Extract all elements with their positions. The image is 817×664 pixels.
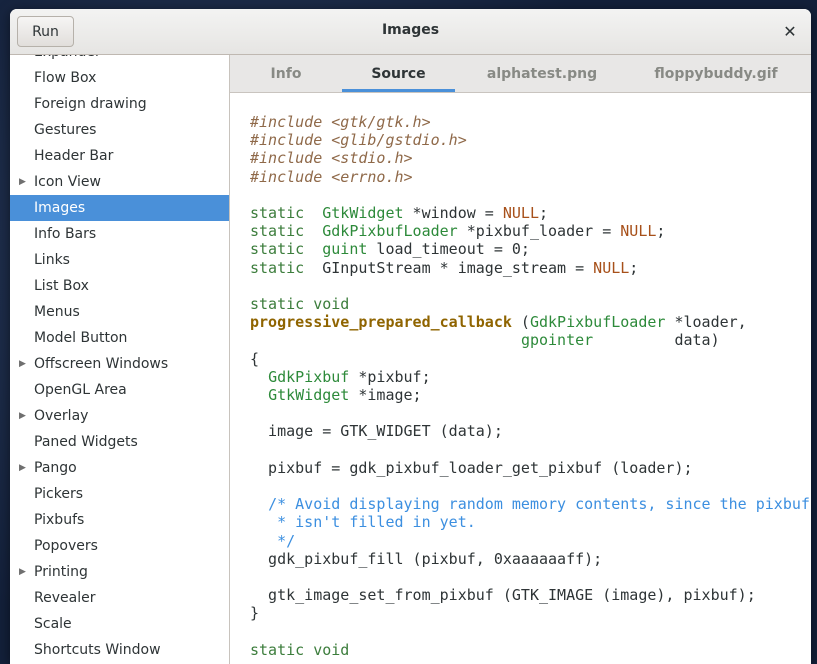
sidebar-item-expander[interactable]: Expander bbox=[10, 55, 229, 65]
code-line: gtk_image_set_from_pixbuf (GTK_IMAGE (im… bbox=[250, 586, 756, 605]
sidebar-item-label: Scale bbox=[34, 616, 72, 632]
sidebar-item-label: Header Bar bbox=[34, 148, 114, 164]
code-line: pixbuf = gdk_pixbuf_loader_get_pixbuf (l… bbox=[250, 458, 693, 477]
sidebar-item-pango[interactable]: ▶ Pango bbox=[10, 455, 229, 481]
sidebar-item-label: Shortcuts Window bbox=[34, 642, 161, 658]
tab-bar: Info Source alphatest.png floppybuddy.gif bbox=[230, 55, 811, 93]
code-line: /* Avoid displaying random memory conten… bbox=[268, 495, 810, 514]
tab-source[interactable]: Source bbox=[342, 55, 455, 92]
code-line: #include <glib/gstdio.h> bbox=[250, 131, 467, 150]
tab-alphatest-png[interactable]: alphatest.png bbox=[480, 55, 604, 92]
code-line: image = GTK_WIDGET (data); bbox=[250, 422, 503, 441]
code-line: #include <errno.h> bbox=[250, 167, 413, 186]
sidebar-item-gestures[interactable]: Gestures bbox=[10, 117, 229, 143]
code-line: #include <stdio.h> bbox=[250, 149, 413, 168]
demo-list-sidebar[interactable]: Expander Flow Box Foreign drawing Gestures H… bbox=[10, 55, 230, 664]
sidebar-item-label: Paned Widgets bbox=[34, 434, 138, 450]
source-view[interactable]: #include <gtk/gtk.h> #include <glib/gstdi… bbox=[230, 93, 811, 664]
sidebar-item-scale[interactable]: Scale bbox=[10, 611, 229, 637]
sidebar-item-label: Expander bbox=[34, 55, 101, 60]
sidebar-item-overlay[interactable]: ▶ Overlay bbox=[10, 403, 229, 429]
window-title: Images bbox=[381, 22, 440, 38]
sidebar-item-label: Revealer bbox=[34, 590, 96, 606]
sidebar-item-links[interactable]: Links bbox=[10, 247, 229, 273]
sidebar-item-icon-view[interactable]: ▶ Icon View bbox=[10, 169, 229, 195]
app-window: Run Images ✕ Expander Flow Box Foreign dra… bbox=[10, 9, 811, 664]
sidebar-item-model-button[interactable]: Model Button bbox=[10, 325, 229, 351]
expander-arrow-icon[interactable]: ▶ bbox=[19, 559, 26, 585]
expander-arrow-icon[interactable]: ▶ bbox=[19, 351, 26, 377]
sidebar-item-opengl-area[interactable]: OpenGL Area bbox=[10, 377, 229, 403]
sidebar-item-label: List Box bbox=[34, 278, 89, 294]
code-line: gpointer data) bbox=[520, 331, 720, 350]
sidebar-item-menus[interactable]: Menus bbox=[10, 299, 229, 325]
close-icon[interactable]: ✕ bbox=[778, 19, 802, 43]
code-line: static void bbox=[250, 295, 350, 314]
expander-arrow-icon[interactable]: ▶ bbox=[19, 455, 26, 481]
sidebar-item-paned-widgets[interactable]: Paned Widgets bbox=[10, 429, 229, 455]
sidebar-item-label: Info Bars bbox=[34, 226, 97, 242]
source-code: #include <gtk/gtk.h> #include <glib/gstdi… bbox=[250, 113, 810, 659]
code-line: progressive_prepared_callback (GdkPixbuf… bbox=[250, 313, 747, 332]
code-line: { bbox=[250, 349, 260, 368]
sidebar-item-label: Links bbox=[34, 252, 70, 268]
expander-arrow-icon[interactable]: ▶ bbox=[19, 403, 26, 429]
sidebar-item-foreign-drawing[interactable]: Foreign drawing bbox=[10, 91, 229, 117]
code-line: GdkPixbuf *pixbuf; bbox=[268, 367, 431, 386]
sidebar-item-revealer[interactable]: Revealer bbox=[10, 585, 229, 611]
sidebar-item-header-bar[interactable]: Header Bar bbox=[10, 143, 229, 169]
code-line: static GdkPixbufLoader *pixbuf_loader = … bbox=[250, 222, 666, 241]
sidebar-item-offscreen-windows[interactable]: ▶ Offscreen Windows bbox=[10, 351, 229, 377]
code-line: GtkWidget *image; bbox=[268, 386, 422, 405]
code-line: * isn't filled in yet. bbox=[250, 513, 476, 532]
header-bar: Run Images ✕ bbox=[10, 9, 811, 55]
sidebar-item-label: Flow Box bbox=[34, 70, 97, 86]
demo-list: Expander Flow Box Foreign drawing Gestures H… bbox=[10, 55, 229, 663]
tab-floppybuddy-gif[interactable]: floppybuddy.gif bbox=[630, 55, 802, 92]
sidebar-item-label: Offscreen Windows bbox=[34, 356, 169, 372]
code-line: static void bbox=[250, 640, 350, 659]
sidebar-item-label: Overlay bbox=[34, 408, 89, 424]
sidebar-item-label: Model Button bbox=[34, 330, 128, 346]
sidebar-item-printing[interactable]: ▶ Printing bbox=[10, 559, 229, 585]
sidebar-item-shortcuts-window[interactable]: Shortcuts Window bbox=[10, 637, 229, 663]
expander-arrow-icon[interactable]: ▶ bbox=[19, 169, 26, 195]
tab-info[interactable]: Info bbox=[230, 55, 342, 92]
sidebar-item-label: Foreign drawing bbox=[34, 96, 147, 112]
sidebar-item-info-bars[interactable]: Info Bars bbox=[10, 221, 229, 247]
code-line: } bbox=[250, 604, 260, 623]
sidebar-item-label: Pixbufs bbox=[34, 512, 85, 528]
code-line: static GInputStream * image_stream = NUL… bbox=[250, 258, 639, 277]
code-line: */ bbox=[250, 531, 296, 550]
sidebar-item-list-box[interactable]: List Box bbox=[10, 273, 229, 299]
sidebar-item-label: Pango bbox=[34, 460, 77, 476]
sidebar-item-flow-box[interactable]: Flow Box bbox=[10, 65, 229, 91]
code-line: gdk_pixbuf_fill (pixbuf, 0xaaaaaaff); bbox=[250, 549, 603, 568]
code-line: #include <gtk/gtk.h> bbox=[250, 113, 431, 131]
sidebar-item-label: Images bbox=[34, 200, 86, 216]
code-line: static guint load_timeout = 0; bbox=[250, 240, 530, 259]
sidebar-item-label: Menus bbox=[34, 304, 80, 320]
sidebar-item-label: Gestures bbox=[34, 122, 97, 138]
sidebar-item-label: Pickers bbox=[34, 486, 83, 502]
sidebar-item-label: Popovers bbox=[34, 538, 98, 554]
sidebar-item-images[interactable]: Images bbox=[10, 195, 229, 221]
sidebar-item-pixbufs[interactable]: Pixbufs bbox=[10, 507, 229, 533]
sidebar-item-label: OpenGL Area bbox=[34, 382, 127, 398]
sidebar-item-label: Printing bbox=[34, 564, 88, 580]
sidebar-item-label: Icon View bbox=[34, 174, 101, 190]
sidebar-item-pickers[interactable]: Pickers bbox=[10, 481, 229, 507]
sidebar-item-popovers[interactable]: Popovers bbox=[10, 533, 229, 559]
code-line: static GtkWidget *window = NULL; bbox=[250, 204, 549, 223]
